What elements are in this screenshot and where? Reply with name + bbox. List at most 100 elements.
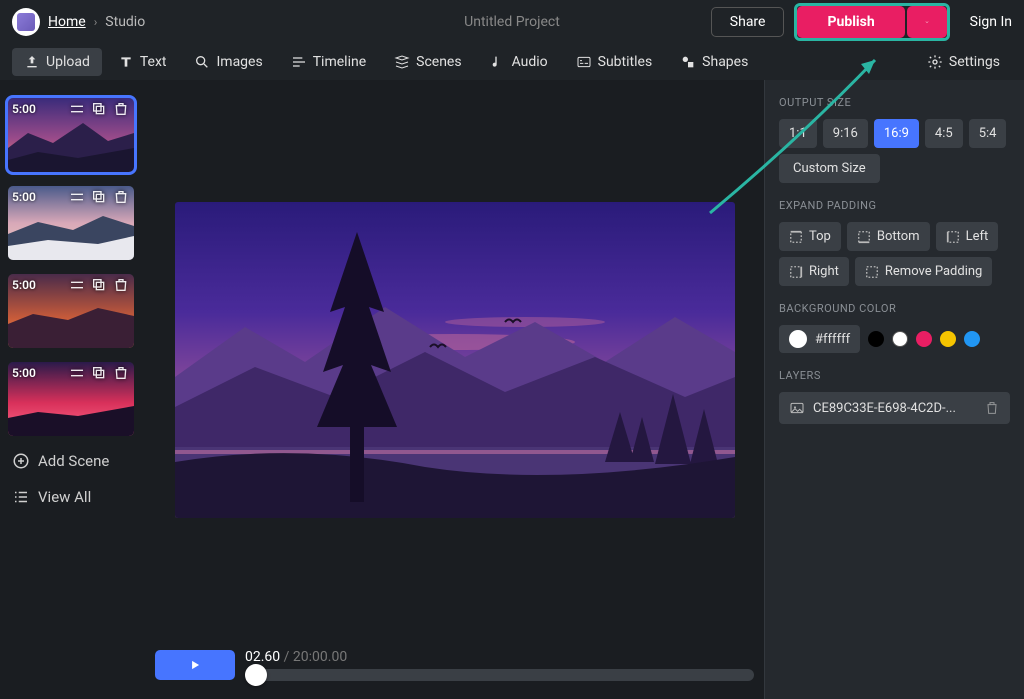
subtitles-icon xyxy=(576,54,592,70)
playback-bar: 02.60 / 20:00.00 xyxy=(145,639,764,699)
toolbar: Upload Text Images Timeline Scenes Audio… xyxy=(0,44,1024,80)
scene-thumbnail[interactable]: 5:00 xyxy=(8,98,134,172)
breadcrumb-studio[interactable]: Studio xyxy=(105,14,145,30)
shapes-icon xyxy=(680,54,696,70)
time-display: 02.60 / 20:00.00 xyxy=(245,649,754,665)
layer-item[interactable]: CE89C33E-E698-4C2D-... xyxy=(779,392,1010,424)
layer-name: CE89C33E-E698-4C2D-... xyxy=(813,401,976,416)
pad-remove[interactable]: Remove Padding xyxy=(855,257,992,286)
breadcrumb-home[interactable]: Home xyxy=(48,14,86,30)
tool-scenes[interactable]: Scenes xyxy=(382,48,473,76)
image-icon xyxy=(789,400,805,416)
pad-right[interactable]: Right xyxy=(779,257,849,286)
tool-subtitles[interactable]: Subtitles xyxy=(564,48,665,76)
properties-panel: OUTPUT SIZE 1:1 9:16 16:9 4:5 5:4 Custom… xyxy=(764,80,1024,699)
tool-images[interactable]: Images xyxy=(182,48,274,76)
canvas-preview xyxy=(175,202,735,518)
tool-audio[interactable]: Audio xyxy=(478,48,560,76)
background-color-row: #ffffff xyxy=(779,325,1010,353)
tool-timeline[interactable]: Timeline xyxy=(279,48,378,76)
gear-icon xyxy=(927,54,943,70)
publish-button[interactable]: Publish xyxy=(797,6,904,38)
trash-icon[interactable] xyxy=(112,100,130,118)
trash-icon[interactable] xyxy=(112,276,130,294)
play-button[interactable] xyxy=(155,650,235,680)
ratio-5-4[interactable]: 5:4 xyxy=(969,119,1007,148)
copy-icon[interactable] xyxy=(90,100,108,118)
tool-upload[interactable]: Upload xyxy=(12,48,102,76)
pad-top-icon xyxy=(789,230,803,244)
breadcrumb: Home › Studio xyxy=(12,8,145,36)
pad-left-icon xyxy=(946,230,960,244)
upload-icon xyxy=(24,54,40,70)
section-layers: LAYERS xyxy=(779,369,1010,382)
chevron-right-icon: › xyxy=(94,15,98,29)
app-logo[interactable] xyxy=(12,8,40,36)
reorder-icon[interactable] xyxy=(68,364,86,382)
plus-circle-icon xyxy=(12,452,30,470)
share-button[interactable]: Share xyxy=(711,7,785,37)
project-title[interactable]: Untitled Project xyxy=(464,14,560,30)
ratio-4-5[interactable]: 4:5 xyxy=(925,119,963,148)
reorder-icon[interactable] xyxy=(68,188,86,206)
output-size-options: 1:1 9:16 16:9 4:5 5:4 Custom Size xyxy=(779,119,1010,183)
scene-thumbnail[interactable]: 5:00 xyxy=(8,274,134,348)
swatch-white[interactable] xyxy=(892,331,908,347)
copy-icon[interactable] xyxy=(90,188,108,206)
tool-settings[interactable]: Settings xyxy=(915,48,1012,76)
scene-duration: 5:00 xyxy=(12,278,64,292)
color-input[interactable]: #ffffff xyxy=(779,325,860,353)
chevron-down-icon xyxy=(925,15,929,29)
pad-right-icon xyxy=(789,265,803,279)
ratio-16-9[interactable]: 16:9 xyxy=(874,119,919,148)
audio-icon xyxy=(490,54,506,70)
reorder-icon[interactable] xyxy=(68,100,86,118)
timeline-track[interactable] xyxy=(245,669,754,681)
scene-thumbnail[interactable]: 5:00 xyxy=(8,362,134,436)
pad-bottom[interactable]: Bottom xyxy=(847,222,930,251)
color-hex-value: #ffffff xyxy=(815,332,850,347)
swatch-blue[interactable] xyxy=(964,331,980,347)
list-icon xyxy=(12,488,30,506)
view-all-button[interactable]: View All xyxy=(8,486,137,508)
tool-text[interactable]: Text xyxy=(106,48,179,76)
section-expand-padding: EXPAND PADDING xyxy=(779,199,1010,212)
canvas-area: 02.60 / 20:00.00 xyxy=(145,80,764,699)
main: 5:00 5:00 5:00 xyxy=(0,80,1024,699)
scene-panel: 5:00 5:00 5:00 xyxy=(0,80,145,699)
pad-left[interactable]: Left xyxy=(936,222,999,251)
pad-top[interactable]: Top xyxy=(779,222,841,251)
reorder-icon[interactable] xyxy=(68,276,86,294)
trash-icon[interactable] xyxy=(112,364,130,382)
publish-group: Publish xyxy=(794,3,949,41)
trash-icon[interactable] xyxy=(112,188,130,206)
trash-icon[interactable] xyxy=(984,400,1000,416)
section-background-color: BACKGROUND COLOR xyxy=(779,302,1010,315)
scene-duration: 5:00 xyxy=(12,190,64,204)
sign-in-link[interactable]: Sign In xyxy=(970,14,1012,30)
scene-duration: 5:00 xyxy=(12,102,64,116)
play-icon xyxy=(188,658,202,672)
copy-icon[interactable] xyxy=(90,276,108,294)
scene-thumbnail[interactable]: 5:00 xyxy=(8,186,134,260)
color-preview-swatch xyxy=(789,330,807,348)
copy-icon[interactable] xyxy=(90,364,108,382)
publish-dropdown[interactable] xyxy=(907,6,947,38)
canvas[interactable] xyxy=(145,80,764,639)
scene-duration: 5:00 xyxy=(12,366,64,380)
timeline-thumb[interactable] xyxy=(245,664,267,686)
swatch-black[interactable] xyxy=(868,331,884,347)
swatch-yellow[interactable] xyxy=(940,331,956,347)
header: Home › Studio Untitled Project Share Pub… xyxy=(0,0,1024,44)
ratio-9-16[interactable]: 9:16 xyxy=(823,119,868,148)
add-scene-button[interactable]: Add Scene xyxy=(8,450,137,472)
tool-shapes[interactable]: Shapes xyxy=(668,48,760,76)
text-icon xyxy=(118,54,134,70)
section-output-size: OUTPUT SIZE xyxy=(779,96,1010,109)
header-actions: Share Publish Sign In xyxy=(711,3,1012,41)
expand-padding-options: Top Bottom Left Right Remove Padding xyxy=(779,222,1010,286)
pad-bottom-icon xyxy=(857,230,871,244)
swatch-pink[interactable] xyxy=(916,331,932,347)
ratio-1-1[interactable]: 1:1 xyxy=(779,119,817,148)
custom-size-button[interactable]: Custom Size xyxy=(779,154,880,183)
